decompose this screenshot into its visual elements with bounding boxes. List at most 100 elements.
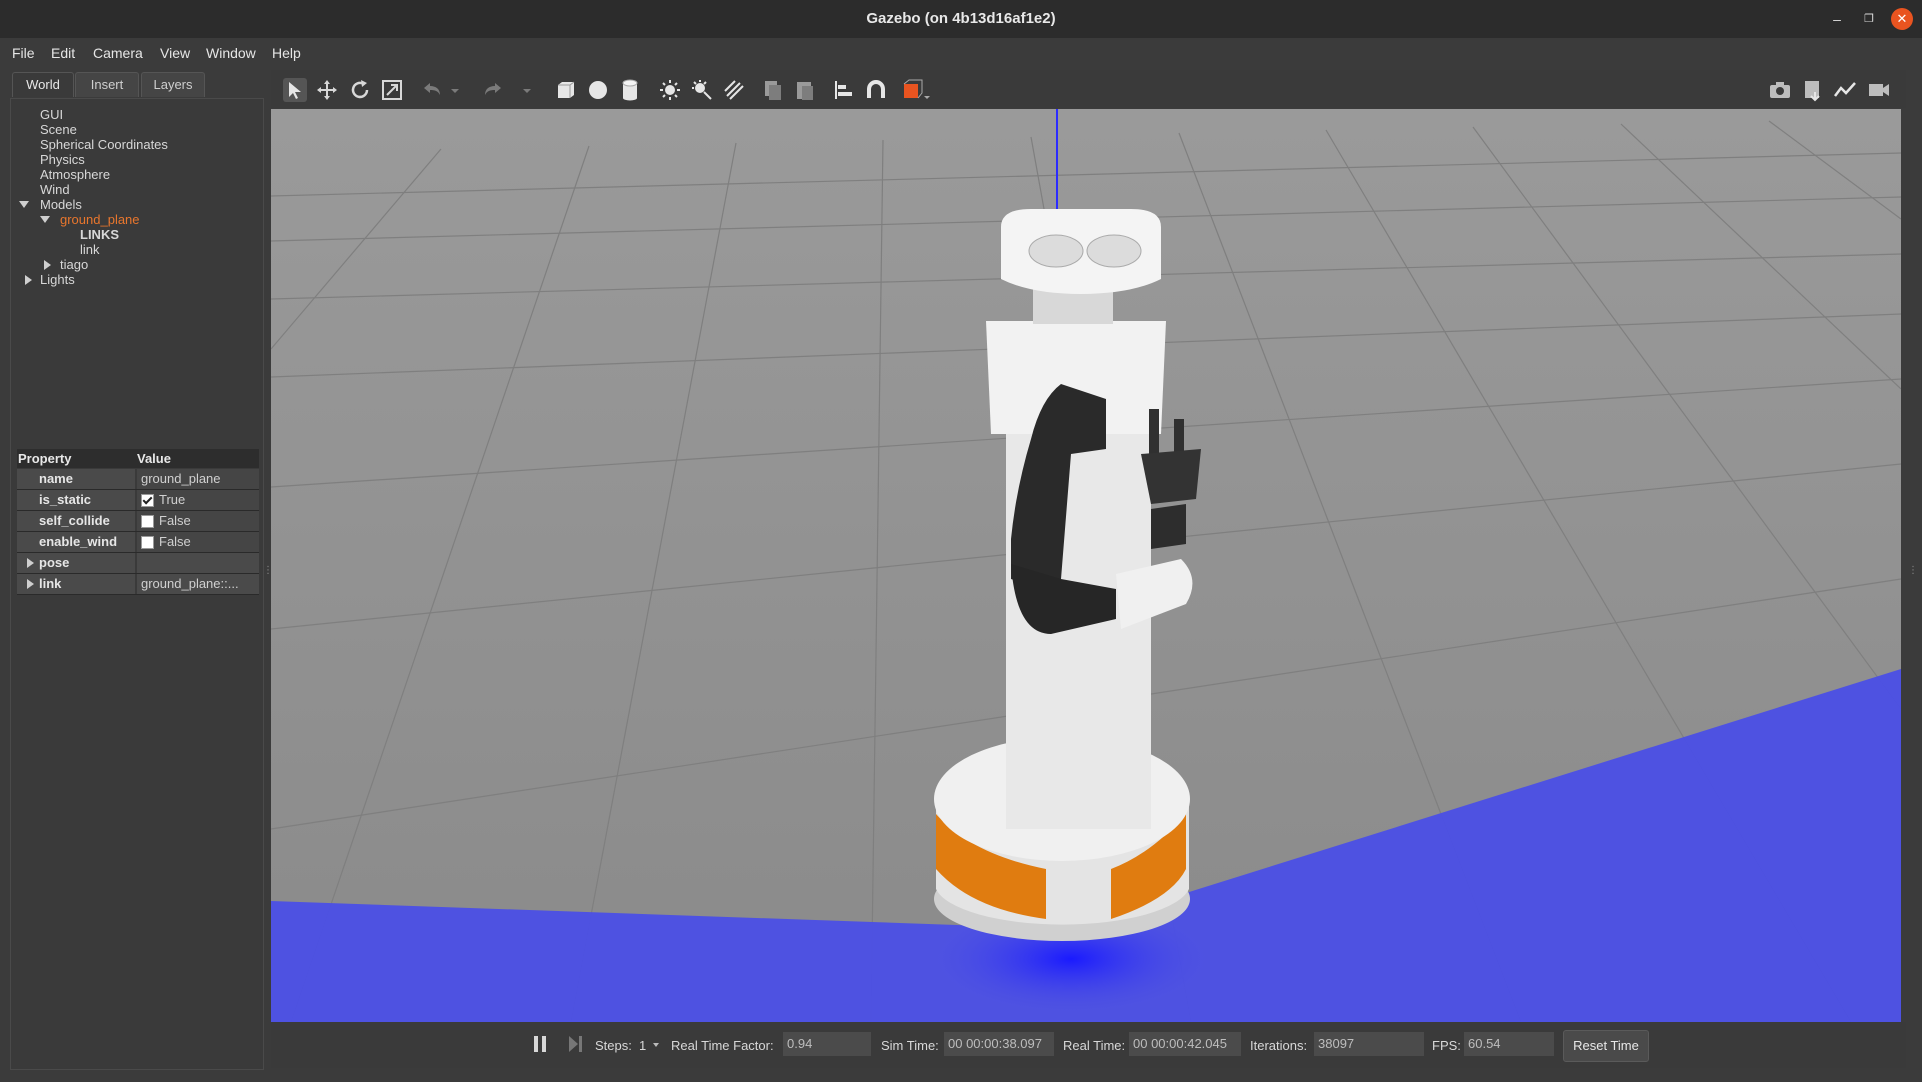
directional-light-icon[interactable] (722, 78, 746, 102)
property-header: Property Value (17, 449, 259, 468)
menu-help[interactable]: Help (272, 45, 301, 61)
property-value-name: ground_plane (141, 471, 221, 486)
enable-wind-checkbox[interactable] (141, 536, 154, 549)
menu-camera[interactable]: Camera (93, 45, 143, 61)
tree-item-link[interactable]: link (80, 242, 100, 257)
iterations-label: Iterations: (1250, 1038, 1308, 1053)
3d-scene-viewport[interactable] (271, 109, 1901, 1022)
property-value-is-static: True (159, 492, 186, 507)
tree-item-models[interactable]: Models (40, 197, 82, 212)
property-row-enable-wind: enable_wind False (17, 532, 259, 553)
view-angle-icon[interactable] (902, 78, 932, 102)
window-title: Gazebo (on 4b13d16af1e2) (866, 10, 1056, 27)
expand-lights-icon[interactable] (25, 275, 32, 285)
menu-edit[interactable]: Edit (51, 45, 75, 61)
scene-render (271, 109, 1901, 1022)
record-video-icon[interactable] (1867, 78, 1891, 102)
minimize-icon[interactable]: – (1826, 8, 1848, 30)
close-icon[interactable]: ✕ (1891, 8, 1913, 30)
translate-icon[interactable] (315, 78, 339, 102)
log-icon[interactable] (1801, 78, 1825, 102)
redo-icon[interactable] (481, 78, 505, 102)
tree-item-lights[interactable]: Lights (40, 272, 75, 287)
menu-view[interactable]: View (160, 45, 190, 61)
reset-time-button[interactable]: Reset Time (1563, 1030, 1649, 1062)
menu-file[interactable]: File (12, 45, 35, 61)
tree-item-physics[interactable]: Physics (40, 152, 85, 167)
sphere-icon[interactable] (586, 78, 610, 102)
self-collide-checkbox[interactable] (141, 515, 154, 528)
tree-item-gui[interactable]: GUI (40, 107, 63, 122)
expand-pose-icon[interactable] (27, 558, 34, 568)
property-key: link (39, 576, 62, 591)
tree-item-ground-plane[interactable]: ground_plane (60, 212, 140, 227)
right-panel-resize-handle[interactable]: ⋮ (1908, 565, 1918, 576)
plot-icon[interactable] (1833, 78, 1857, 102)
scene-toolbar (271, 70, 1906, 108)
tree-item-wind[interactable]: Wind (40, 182, 70, 197)
property-key: enable_wind (39, 534, 118, 549)
tree-item-scene[interactable]: Scene (40, 122, 77, 137)
box-icon[interactable] (554, 78, 578, 102)
select-arrow-icon[interactable] (283, 78, 307, 102)
title-bar: Gazebo (on 4b13d16af1e2) – ❐ ✕ (0, 0, 1922, 39)
spot-light-icon[interactable] (690, 78, 714, 102)
real-time-label: Real Time: (1063, 1038, 1126, 1053)
real-time-factor-label: Real Time Factor: (671, 1038, 774, 1053)
world-tree-panel: GUI Scene Spherical Coordinates Physics … (10, 98, 264, 1070)
pause-icon[interactable] (533, 1034, 547, 1054)
tree-item-links-header: LINKS (80, 227, 119, 242)
screenshot-icon[interactable] (1768, 78, 1792, 102)
rotate-icon[interactable] (348, 78, 372, 102)
property-row-pose[interactable]: pose (17, 553, 259, 574)
tree-item-atmosphere[interactable]: Atmosphere (40, 167, 110, 182)
gazebo-window: Gazebo (on 4b13d16af1e2) – ❐ ✕ File Edit… (0, 0, 1922, 1082)
steps-value[interactable]: 1 (639, 1038, 646, 1053)
real-time-field: 00 00:00:42.045 (1129, 1032, 1241, 1056)
steps-label: Steps: (595, 1038, 632, 1053)
expand-tiago-icon[interactable] (44, 260, 51, 270)
sim-time-field: 00 00:00:38.097 (944, 1032, 1054, 1056)
undo-dropdown-icon[interactable] (449, 78, 461, 102)
tab-insert[interactable]: Insert (75, 72, 139, 97)
point-light-icon[interactable] (658, 78, 682, 102)
expand-link-icon[interactable] (27, 579, 34, 589)
property-value-link: ground_plane::... (141, 576, 239, 591)
property-header-value: Value (137, 451, 171, 466)
real-time-factor-field: 0.94 (783, 1032, 871, 1056)
property-key: self_collide (39, 513, 110, 528)
snap-icon[interactable] (864, 78, 888, 102)
property-row-is-static: is_static True (17, 490, 259, 511)
step-icon[interactable] (568, 1034, 584, 1054)
property-key: name (39, 471, 73, 486)
time-panel: Steps: 1 Real Time Factor: 0.94 Sim Time… (271, 1022, 1906, 1068)
property-row-self-collide: self_collide False (17, 511, 259, 532)
tab-layers[interactable]: Layers (141, 72, 205, 97)
tree-item-tiago[interactable]: tiago (60, 257, 88, 272)
tab-world[interactable]: World (12, 72, 74, 97)
property-value-self-collide: False (159, 513, 191, 528)
maximize-icon[interactable]: ❐ (1858, 8, 1880, 30)
undo-icon[interactable] (420, 78, 444, 102)
align-icon[interactable] (832, 78, 856, 102)
property-row-name: name ground_plane (17, 469, 259, 490)
expand-ground-plane-icon[interactable] (40, 216, 50, 223)
is-static-checkbox[interactable] (141, 494, 154, 507)
copy-icon[interactable] (761, 78, 785, 102)
expand-models-icon[interactable] (19, 201, 29, 208)
menu-window[interactable]: Window (206, 45, 256, 61)
scale-icon[interactable] (380, 78, 404, 102)
tree-item-spherical-coordinates[interactable]: Spherical Coordinates (40, 137, 168, 152)
fps-field: 60.54 (1464, 1032, 1554, 1056)
redo-dropdown-icon[interactable] (521, 78, 533, 102)
property-row-link[interactable]: link ground_plane::... (17, 574, 259, 595)
menu-bar: File Edit Camera View Window Help (0, 38, 1922, 68)
iterations-field: 38097 (1314, 1032, 1424, 1056)
cylinder-icon[interactable] (618, 78, 642, 102)
main-viewport-frame: Steps: 1 Real Time Factor: 0.94 Sim Time… (271, 70, 1906, 1070)
paste-icon[interactable] (793, 78, 817, 102)
property-value-enable-wind: False (159, 534, 191, 549)
sim-time-label: Sim Time: (881, 1038, 939, 1053)
fps-label: FPS: (1432, 1038, 1461, 1053)
steps-dropdown-icon[interactable] (653, 1043, 659, 1047)
